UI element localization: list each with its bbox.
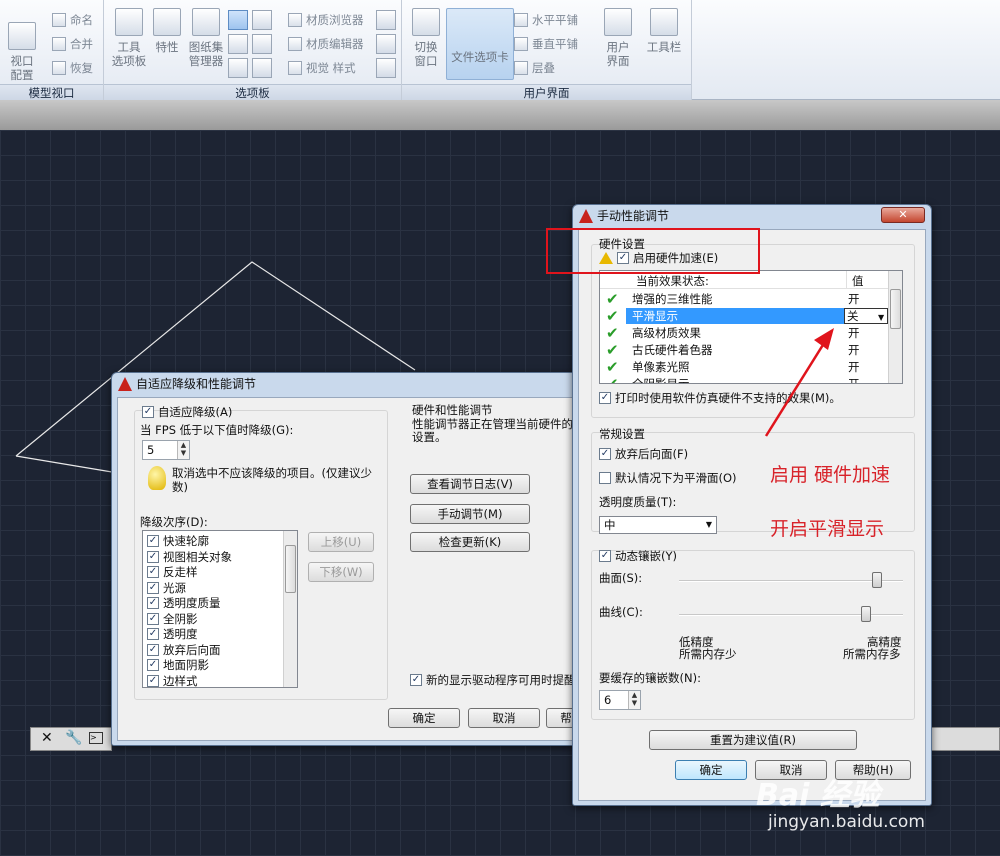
annotation-enable-hw: 启用 硬件加速 — [770, 464, 891, 486]
arrow-head — [814, 328, 834, 350]
watermark-url: jingyan.baidu.com — [768, 812, 925, 832]
arrow-line — [764, 339, 828, 437]
annotation-arrow — [764, 328, 834, 437]
baidu-watermark-logo: Bai 经验 — [756, 778, 880, 813]
annotation-enable-smooth: 开启平滑显示 — [770, 518, 885, 540]
